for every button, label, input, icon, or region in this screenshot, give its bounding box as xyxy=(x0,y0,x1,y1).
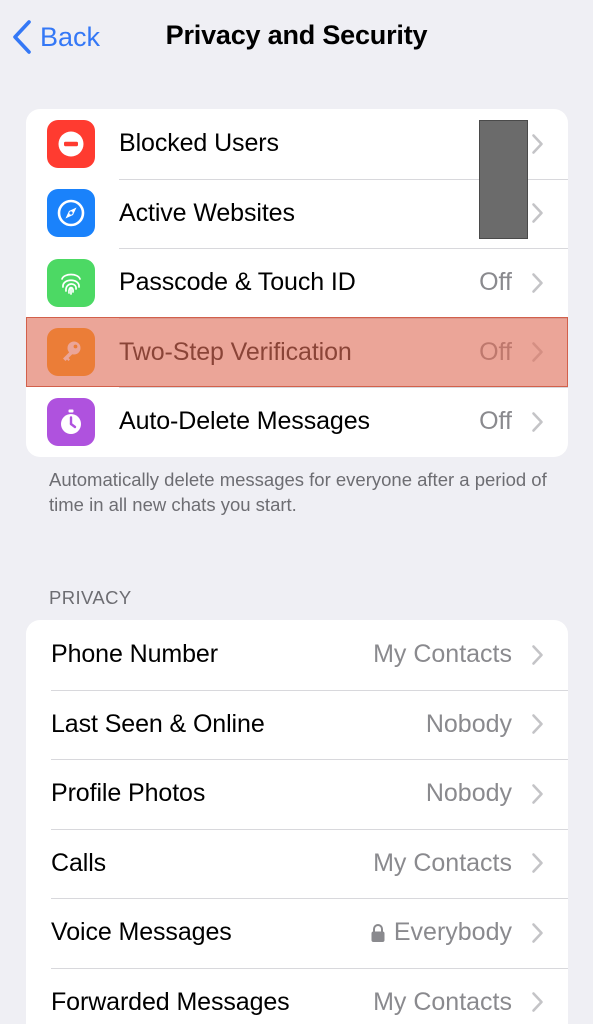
two-step-verification-row[interactable]: Two-Step Verification Off xyxy=(26,317,568,388)
timer-icon xyxy=(47,397,95,446)
row-value: Off xyxy=(479,407,512,436)
key-icon xyxy=(47,328,95,377)
chevron-right-icon xyxy=(531,272,544,294)
minus-circle-icon xyxy=(47,119,95,168)
chevron-right-icon xyxy=(531,852,544,874)
row-value: My Contacts xyxy=(373,848,512,877)
last-seen-online-row[interactable]: Last Seen & Online Nobody xyxy=(26,689,568,760)
row-value: Off xyxy=(479,337,512,366)
lock-icon xyxy=(370,923,386,943)
calls-row[interactable]: Calls My Contacts xyxy=(26,828,568,899)
row-value: Nobody xyxy=(425,709,512,738)
privacy-security-screen: Back Privacy and Security Blocked Users … xyxy=(0,0,593,1024)
row-label: Auto-Delete Messages xyxy=(119,407,370,436)
chevron-right-icon xyxy=(531,411,544,433)
page-title: Privacy and Security xyxy=(165,20,428,50)
redaction-box xyxy=(479,120,528,239)
row-label: Passcode & Touch ID xyxy=(119,268,356,297)
chevron-right-icon xyxy=(531,922,544,944)
row-label: Phone Number xyxy=(51,640,218,669)
compass-icon xyxy=(47,189,95,238)
privacy-settings-group: Phone Number My Contacts Last Seen & Onl… xyxy=(26,620,568,1024)
chevron-right-icon xyxy=(531,202,544,224)
row-label: Blocked Users xyxy=(119,129,279,158)
chevron-right-icon xyxy=(531,133,544,155)
row-label: Voice Messages xyxy=(51,918,232,947)
privacy-section-header: PRIVACY xyxy=(49,587,132,608)
row-value: Off xyxy=(479,268,512,297)
row-value: My Contacts xyxy=(373,987,512,1016)
forwarded-messages-row[interactable]: Forwarded Messages My Contacts xyxy=(26,967,568,1024)
fingerprint-icon xyxy=(47,258,95,307)
chevron-right-icon xyxy=(531,644,544,666)
row-label: Last Seen & Online xyxy=(51,709,265,738)
row-label: Active Websites xyxy=(119,198,295,227)
row-value: Everybody xyxy=(370,898,512,968)
navigation-bar: Back Privacy and Security xyxy=(0,0,593,76)
row-label: Two-Step Verification xyxy=(119,337,352,366)
row-label: Profile Photos xyxy=(51,779,206,808)
auto-delete-messages-row[interactable]: Auto-Delete Messages Off xyxy=(26,387,568,457)
chevron-right-icon xyxy=(531,991,544,1013)
voice-messages-row[interactable]: Voice Messages Everybody xyxy=(26,898,568,968)
chevron-right-icon xyxy=(531,783,544,805)
row-label: Calls xyxy=(51,848,107,877)
row-value: Nobody xyxy=(425,779,512,808)
chevron-right-icon xyxy=(531,713,544,735)
phone-number-row[interactable]: Phone Number My Contacts xyxy=(26,620,568,690)
row-value: My Contacts xyxy=(373,640,512,669)
profile-photos-row[interactable]: Profile Photos Nobody xyxy=(26,759,568,829)
passcode-touch-id-row[interactable]: Passcode & Touch ID Off xyxy=(26,248,568,318)
row-label: Forwarded Messages xyxy=(51,987,290,1016)
chevron-right-icon xyxy=(531,341,544,363)
auto-delete-footnote: Automatically delete messages for everyo… xyxy=(49,469,547,515)
